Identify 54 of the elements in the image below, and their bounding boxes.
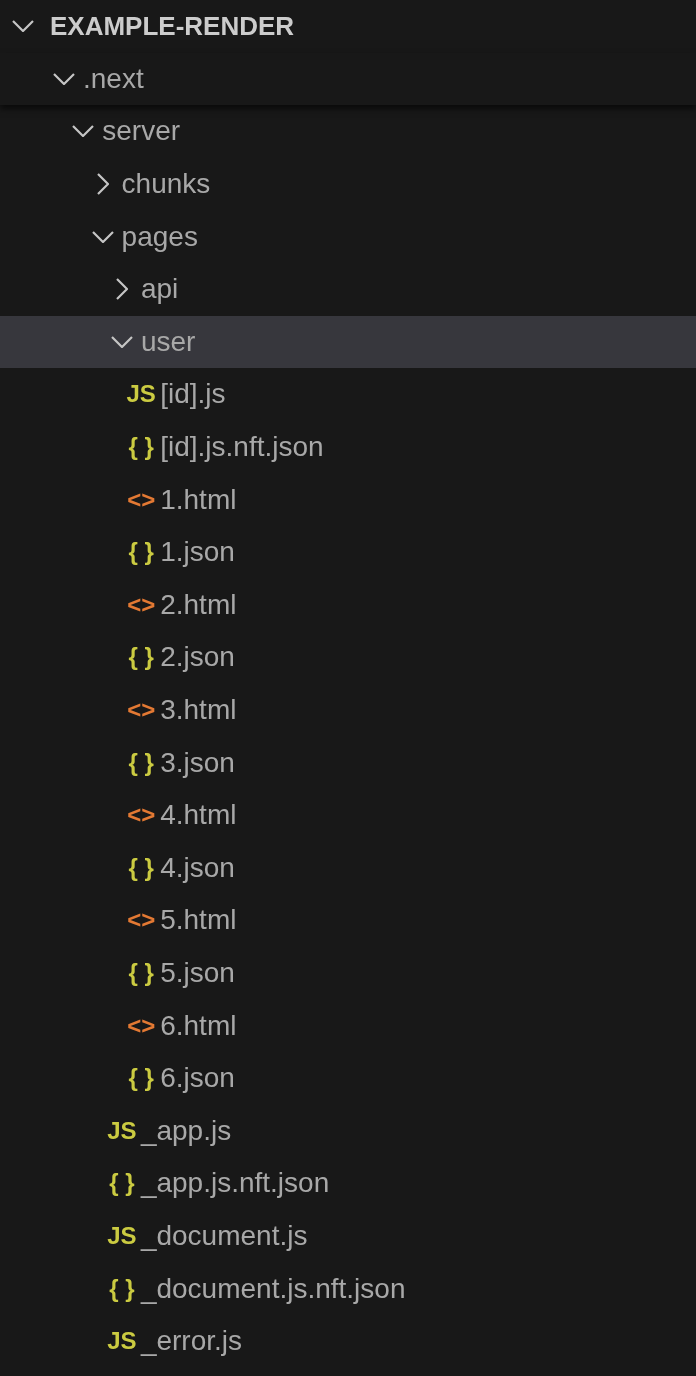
- html-file-icon: <>: [127, 908, 156, 933]
- file-name: [id].js.nft.json: [160, 433, 324, 462]
- html-file-icon: <>: [127, 698, 156, 722]
- file-name: 5.html: [160, 906, 237, 935]
- file-name: _app.js: [140, 1116, 232, 1145]
- file-name: 2.html: [160, 590, 237, 619]
- json-file-icon: { }: [128, 435, 154, 460]
- folder-name: user: [140, 327, 196, 356]
- js-file-icon: JS: [126, 382, 156, 407]
- file-name: 3.json: [160, 748, 235, 777]
- chevron-down-icon: [91, 230, 114, 243]
- file-name: 4.json: [160, 853, 235, 882]
- json-file-icon: { }: [128, 750, 154, 775]
- folder-row[interactable]: user: [0, 315, 696, 369]
- file-name: 5.json: [160, 959, 235, 987]
- file-name: 1.html: [160, 485, 237, 514]
- folder-name: .next: [83, 64, 144, 93]
- chevron-down-icon: [110, 335, 133, 348]
- chevron-right-icon: [115, 278, 128, 301]
- js-file-icon: JS: [107, 1223, 137, 1248]
- chevron-down-icon: [12, 20, 34, 33]
- file-name: 6.html: [160, 1011, 237, 1040]
- json-file-icon: { }: [128, 855, 154, 880]
- file-name: _error.js: [140, 1327, 243, 1356]
- json-file-icon: { }: [128, 1066, 154, 1091]
- js-file-icon: JS: [107, 1118, 137, 1143]
- folder-name: api: [140, 275, 179, 304]
- json-file-icon: { }: [109, 1171, 135, 1196]
- folder-row[interactable]: .next: [0, 52, 696, 106]
- file-name: _document.js: [140, 1221, 308, 1250]
- chevron-down-icon: [72, 125, 95, 138]
- chevron-right-icon: [96, 173, 109, 196]
- file-name: [id].js: [160, 380, 226, 409]
- json-file-icon: { }: [128, 961, 154, 985]
- file-name: 6.json: [160, 1064, 235, 1093]
- file-name: _document.js.nft.json: [140, 1274, 406, 1303]
- file-name: 2.json: [160, 643, 235, 672]
- json-file-icon: { }: [109, 1276, 135, 1301]
- project-title: EXAMPLE-RENDER: [50, 13, 295, 40]
- html-file-icon: <>: [127, 487, 156, 512]
- folder-name: pages: [121, 222, 198, 251]
- file-name: 1.json: [160, 538, 235, 567]
- chevron-down-icon: [53, 72, 75, 85]
- folder-name: chunks: [121, 170, 211, 199]
- file-name: 4.html: [160, 801, 237, 830]
- folder-name: server: [102, 117, 181, 146]
- html-file-icon: <>: [127, 803, 156, 828]
- html-file-icon: <>: [127, 1013, 156, 1038]
- js-file-icon: JS: [107, 1329, 137, 1354]
- json-file-icon: { }: [128, 645, 154, 670]
- file-name: _app.js.nft.json: [140, 1169, 330, 1198]
- html-file-icon: <>: [127, 592, 156, 617]
- file-name: 3.html: [160, 696, 237, 724]
- json-file-icon: { }: [128, 540, 154, 565]
